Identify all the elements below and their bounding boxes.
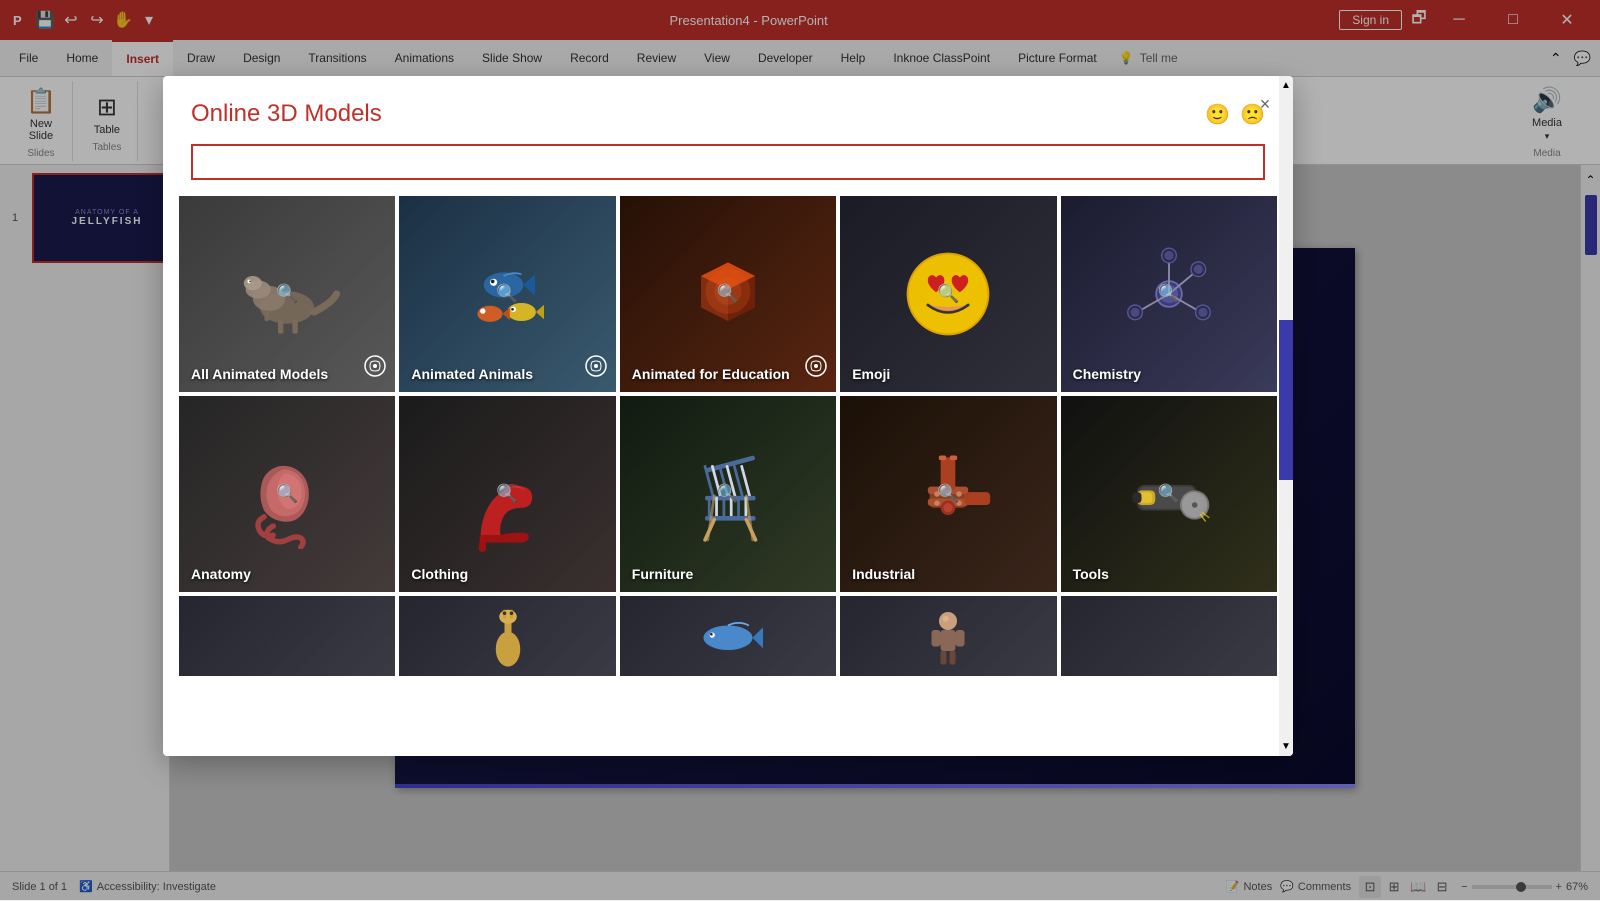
models-grid: 🔍 All Animated Models	[179, 196, 1277, 676]
category-tools[interactable]: 🔍 Tools	[1061, 396, 1277, 592]
search-icon-clothing: 🔍	[496, 484, 518, 505]
card-info-anatomy: Anatomy	[179, 558, 395, 592]
modal-title: Online 3D Models	[191, 100, 382, 128]
category-row3-giraffe[interactable]	[399, 596, 615, 676]
search-icon-animated-education: 🔍	[717, 284, 739, 305]
search-icon-chemistry: 🔍	[1158, 284, 1180, 305]
card-info-clothing: Clothing	[399, 558, 615, 592]
category-industrial[interactable]: 🔍 Industrial	[840, 396, 1056, 592]
card-name-clothing: Clothing	[411, 566, 603, 582]
category-furniture[interactable]: 🔍 Furniture	[620, 396, 836, 592]
search-icon-all-animated: 🔍	[276, 284, 298, 305]
animated-icon-all-animated	[363, 354, 387, 384]
search-icon-emoji: 🔍	[937, 284, 959, 305]
modal-body[interactable]: 🔍 All Animated Models	[163, 196, 1293, 756]
card-info-tools: Tools	[1061, 558, 1277, 592]
category-row3-1[interactable]	[179, 596, 395, 676]
search-icon-industrial: 🔍	[937, 484, 959, 505]
search-input[interactable]	[191, 144, 1265, 180]
modal-header: Online 3D Models 🙂 🙁	[163, 76, 1293, 144]
search-icon-furniture: 🔍	[717, 484, 739, 505]
card-info-emoji: Emoji	[840, 358, 1056, 392]
card-info-industrial: Industrial	[840, 558, 1056, 592]
scroll-thumb[interactable]	[1279, 320, 1293, 481]
modal-overlay: × Online 3D Models 🙂 🙁	[0, 0, 1600, 900]
category-row3-5[interactable]	[1061, 596, 1277, 676]
category-anatomy[interactable]: 🔍 Anatomy	[179, 396, 395, 592]
search-icon-animated-animals: 🔍	[496, 284, 518, 305]
card-name-animated-education: Animated for Education	[632, 366, 824, 382]
card-image-row3-dolphin	[620, 596, 836, 676]
card-name-tools: Tools	[1073, 566, 1265, 582]
search-icon-tools: 🔍	[1158, 484, 1180, 505]
card-image-row3-giraffe	[399, 596, 615, 676]
category-row3-dolphin[interactable]	[620, 596, 836, 676]
card-image-row3-human	[840, 596, 1056, 676]
category-animated-animals[interactable]: 🔍 Animated Animals	[399, 196, 615, 392]
card-name-industrial: Industrial	[852, 566, 1044, 582]
card-name-emoji: Emoji	[852, 366, 1044, 382]
card-info-furniture: Furniture	[620, 558, 836, 592]
modal-search-container	[163, 144, 1293, 196]
card-overlay	[1061, 596, 1277, 676]
modal-scrollbar[interactable]: ▲ ▼	[1279, 76, 1293, 756]
search-icon-anatomy: 🔍	[276, 484, 298, 505]
scroll-down-btn[interactable]: ▼	[1277, 737, 1293, 756]
feedback-positive-icon[interactable]: 🙂	[1205, 102, 1230, 127]
card-name-all-animated: All Animated Models	[191, 366, 383, 382]
card-name-anatomy: Anatomy	[191, 566, 383, 582]
category-animated-education[interactable]: 🔍 Animated for Education	[620, 196, 836, 392]
card-name-chemistry: Chemistry	[1073, 366, 1265, 382]
card-name-furniture: Furniture	[632, 566, 824, 582]
scroll-up-btn[interactable]: ▲	[1277, 76, 1293, 95]
category-emoji[interactable]: 🔍 Emoji	[840, 196, 1056, 392]
modal-close-button[interactable]: ×	[1251, 90, 1279, 118]
category-row3-human[interactable]	[840, 596, 1056, 676]
card-info-chemistry: Chemistry	[1061, 358, 1277, 392]
card-overlay	[179, 596, 395, 676]
animated-icon-animated-education	[804, 354, 828, 384]
animated-icon-animated-animals	[584, 354, 608, 384]
category-clothing[interactable]: 🔍 Clothing	[399, 396, 615, 592]
scroll-track	[1279, 95, 1293, 737]
category-all-animated[interactable]: 🔍 All Animated Models	[179, 196, 395, 392]
online-3d-models-modal: × Online 3D Models 🙂 🙁	[163, 76, 1293, 756]
category-chemistry[interactable]: 🔍 Chemistry	[1061, 196, 1277, 392]
card-name-animated-animals: Animated Animals	[411, 366, 603, 382]
